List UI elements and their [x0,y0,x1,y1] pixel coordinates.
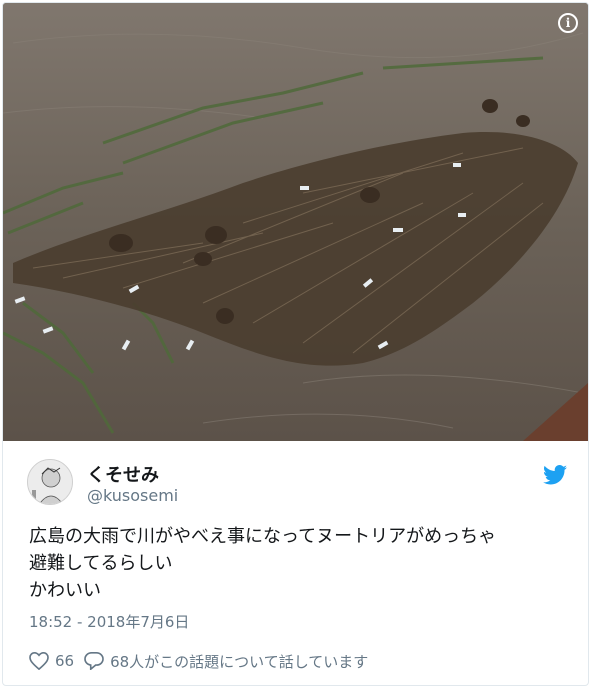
like-button[interactable]: 66 [29,652,74,670]
tweet-actions: 66 68人がこの話題について話しています [29,648,378,674]
display-name[interactable]: くそせみ [87,461,159,487]
tweet-photo[interactable]: i [3,3,588,441]
reply-button[interactable]: 68人がこの話題について話しています [84,651,368,672]
heart-icon [29,652,49,670]
tweet-timestamp[interactable]: 18:52 - 2018年7月6日 [29,611,189,632]
speech-bubble-icon [84,652,104,670]
info-icon[interactable]: i [558,13,578,33]
tweet-text: 広島の大雨で川がやべえ事になってヌートリアがめっちゃ 避難してるらしい かわいい [29,523,569,604]
username[interactable]: @kusosemi [87,486,178,505]
reply-label: 68人がこの話題について話しています [110,652,369,671]
twitter-bird-icon[interactable] [543,465,567,485]
like-count: 66 [55,652,75,670]
tweet-card: i くそせみ @kusosemi 広島の大雨で川がやべえ事になってヌートリアがめ… [2,2,589,686]
tweet-text-line: 避難してるらしい [29,553,173,574]
avatar[interactable] [27,459,73,505]
avatar-image [28,460,72,504]
tweet-text-line: かわいい [29,580,101,601]
tweet-text-line: 広島の大雨で川がやべえ事になってヌートリアがめっちゃ [29,526,497,547]
tweet-header: くそせみ @kusosemi [27,459,567,509]
flood-photo-illustration [3,3,588,441]
